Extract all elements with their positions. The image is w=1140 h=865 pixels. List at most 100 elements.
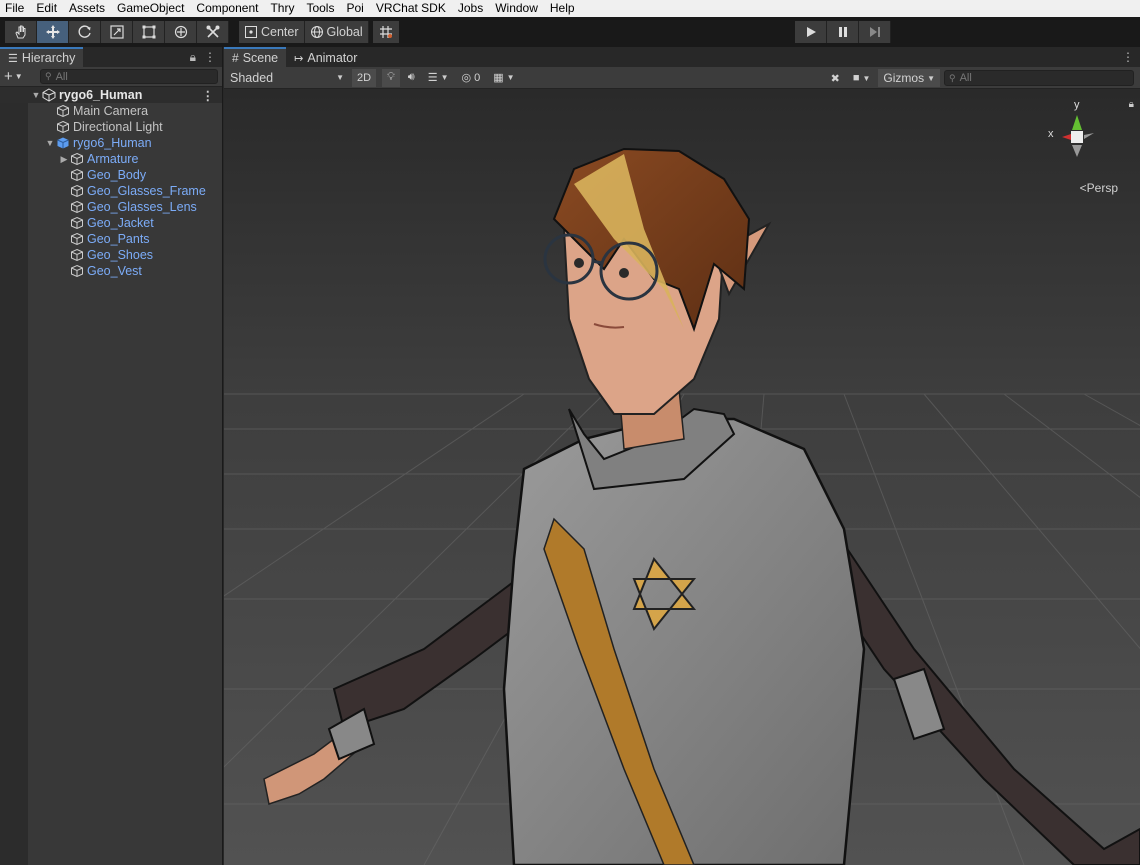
- grid-snap-button[interactable]: [372, 21, 399, 43]
- list-item[interactable]: ▼ rygo6_Human: [0, 135, 222, 151]
- projection-toggle[interactable]: <Persp: [1080, 181, 1118, 195]
- menu-window[interactable]: Window: [489, 0, 544, 17]
- menu-help[interactable]: Help: [544, 0, 581, 17]
- rect-tool-button[interactable]: [133, 21, 165, 43]
- hash-icon: #: [232, 51, 239, 65]
- move-tool-button[interactable]: [37, 21, 69, 43]
- item-label: Armature: [87, 152, 139, 166]
- menu-gameobject[interactable]: GameObject: [111, 0, 190, 17]
- viewport-render: [224, 89, 1140, 865]
- list-item[interactable]: Geo_Pants: [0, 231, 222, 247]
- list-item[interactable]: ▶ Armature: [0, 151, 222, 167]
- gizmo-center-cube[interactable]: [1071, 131, 1083, 143]
- gizmo-neg-y-axis[interactable]: [1072, 145, 1082, 157]
- list-item[interactable]: Geo_Vest: [0, 263, 222, 279]
- item-label: Geo_Jacket: [87, 216, 154, 230]
- list-item[interactable]: Geo_Shoes: [0, 247, 222, 263]
- mode-2d-toggle[interactable]: 2D: [352, 68, 377, 87]
- tab-scene[interactable]: # Scene: [224, 47, 287, 67]
- shading-mode-dropdown[interactable]: Shaded ▼: [228, 69, 346, 87]
- list-item[interactable]: Geo_Body: [0, 167, 222, 183]
- rotate-tool-button[interactable]: [69, 21, 101, 43]
- hierarchy-panel: ☰ Hierarchy 🔒︎ ⋮ + ▼ ⚲ All ▼ rygo6_Human …: [0, 47, 223, 865]
- scale-tool-button[interactable]: [101, 21, 133, 43]
- orientation-gizmo[interactable]: y x: [1032, 95, 1122, 215]
- plus-icon: +: [4, 68, 13, 85]
- step-icon: [869, 27, 880, 37]
- list-item[interactable]: Geo_Jacket: [0, 215, 222, 231]
- scene-viewport[interactable]: y x <Persp 🔒︎: [224, 89, 1140, 865]
- gizmo-x-label: x: [1048, 128, 1054, 140]
- camera-dropdown[interactable]: ■ ▼: [848, 69, 876, 87]
- menu-vrchat-sdk[interactable]: VRChat SDK: [370, 0, 452, 17]
- gizmo-neg-x-axis[interactable]: [1084, 133, 1094, 139]
- audio-toggle[interactable]: 🔊︎: [403, 69, 420, 87]
- play-button[interactable]: [795, 21, 827, 43]
- speaker-icon: 🔊︎: [407, 71, 415, 83]
- menu-thry[interactable]: Thry: [264, 0, 300, 17]
- effects-dropdown[interactable]: ☰ ▼: [423, 69, 454, 87]
- pivot-center-icon: [245, 26, 257, 38]
- caret-down-icon: ▼: [14, 72, 23, 81]
- grid-icon: ▦: [493, 72, 504, 84]
- gizmo-y-label: y: [1074, 99, 1080, 111]
- expand-arrow-icon[interactable]: ▼: [44, 138, 56, 148]
- list-item[interactable]: Geo_Glasses_Lens: [0, 199, 222, 215]
- hierarchy-search-placeholder: All: [55, 70, 68, 83]
- tab-animator-label: Animator: [307, 51, 358, 65]
- transform-tool-button[interactable]: [165, 21, 197, 43]
- step-button[interactable]: [859, 21, 891, 43]
- item-label: Geo_Glasses_Frame: [87, 184, 206, 198]
- gizmo-lock-icon[interactable]: 🔒︎: [1129, 99, 1134, 110]
- gizmos-dropdown[interactable]: Gizmos ▼: [878, 69, 940, 87]
- tools-button[interactable]: ✖: [826, 69, 845, 87]
- tab-hierarchy[interactable]: ☰ Hierarchy: [0, 47, 84, 67]
- pivot-rotation-toggle[interactable]: Global: [304, 21, 369, 43]
- expand-arrow-icon[interactable]: ▼: [30, 90, 42, 100]
- play-icon: [806, 27, 816, 37]
- tools-icon: [206, 25, 219, 38]
- pivot-mode-toggle[interactable]: Center: [239, 21, 305, 43]
- grid-snap-icon: [379, 26, 392, 38]
- scene-kebab-icon[interactable]: ⋮: [202, 88, 215, 103]
- menu-poi[interactable]: Poi: [340, 0, 369, 17]
- create-button[interactable]: + ▼: [4, 68, 34, 85]
- kebab-menu-icon[interactable]: ⋮: [204, 50, 216, 65]
- tab-animator[interactable]: ↦ Animator: [286, 47, 366, 67]
- unity-scene-icon: [42, 88, 56, 102]
- list-item[interactable]: Directional Light: [0, 119, 222, 135]
- collapse-arrow-icon[interactable]: ▶: [58, 154, 70, 165]
- menu-edit[interactable]: Edit: [30, 0, 63, 17]
- hierarchy-tabbar: ☰ Hierarchy 🔒︎ ⋮: [0, 47, 222, 67]
- lighting-toggle[interactable]: 💡︎: [382, 68, 400, 87]
- menu-file[interactable]: File: [0, 0, 30, 17]
- item-label: Geo_Pants: [87, 232, 150, 246]
- menu-component[interactable]: Component: [190, 0, 264, 17]
- lock-icon[interactable]: 🔒︎: [190, 50, 196, 65]
- hierarchy-search-input[interactable]: ⚲ All: [40, 69, 218, 84]
- menu-tools[interactable]: Tools: [300, 0, 340, 17]
- move-arrows-icon: [45, 25, 60, 39]
- gameobject-cube-icon: [71, 232, 83, 246]
- list-item[interactable]: Geo_Glasses_Frame: [0, 183, 222, 199]
- gizmo-y-axis[interactable]: [1072, 115, 1082, 130]
- scene-visibility-toggle[interactable]: ◎ 0: [457, 69, 486, 87]
- caret-down-icon: ▼: [862, 73, 871, 83]
- menu-jobs[interactable]: Jobs: [452, 0, 489, 17]
- transform-tools: [5, 21, 229, 43]
- pause-button[interactable]: [827, 21, 859, 43]
- scene-search-input[interactable]: ⚲ All: [944, 70, 1134, 86]
- character-jacket: [502, 407, 866, 865]
- prefab-cube-icon: [57, 137, 69, 149]
- custom-tool-button[interactable]: [197, 21, 229, 43]
- menu-assets[interactable]: Assets: [63, 0, 111, 17]
- item-label: Geo_Vest: [87, 264, 142, 278]
- kebab-menu-icon[interactable]: ⋮: [1122, 50, 1134, 64]
- gizmos-label: Gizmos: [883, 71, 925, 85]
- grid-toggle[interactable]: ▦ ▼: [488, 69, 519, 87]
- search-icon: ⚲: [45, 71, 52, 81]
- hand-tool-button[interactable]: [5, 21, 37, 43]
- caret-down-icon: ▼: [927, 73, 935, 83]
- scene-row[interactable]: ▼ rygo6_Human ⋮: [0, 87, 222, 103]
- list-item[interactable]: Main Camera: [0, 103, 222, 119]
